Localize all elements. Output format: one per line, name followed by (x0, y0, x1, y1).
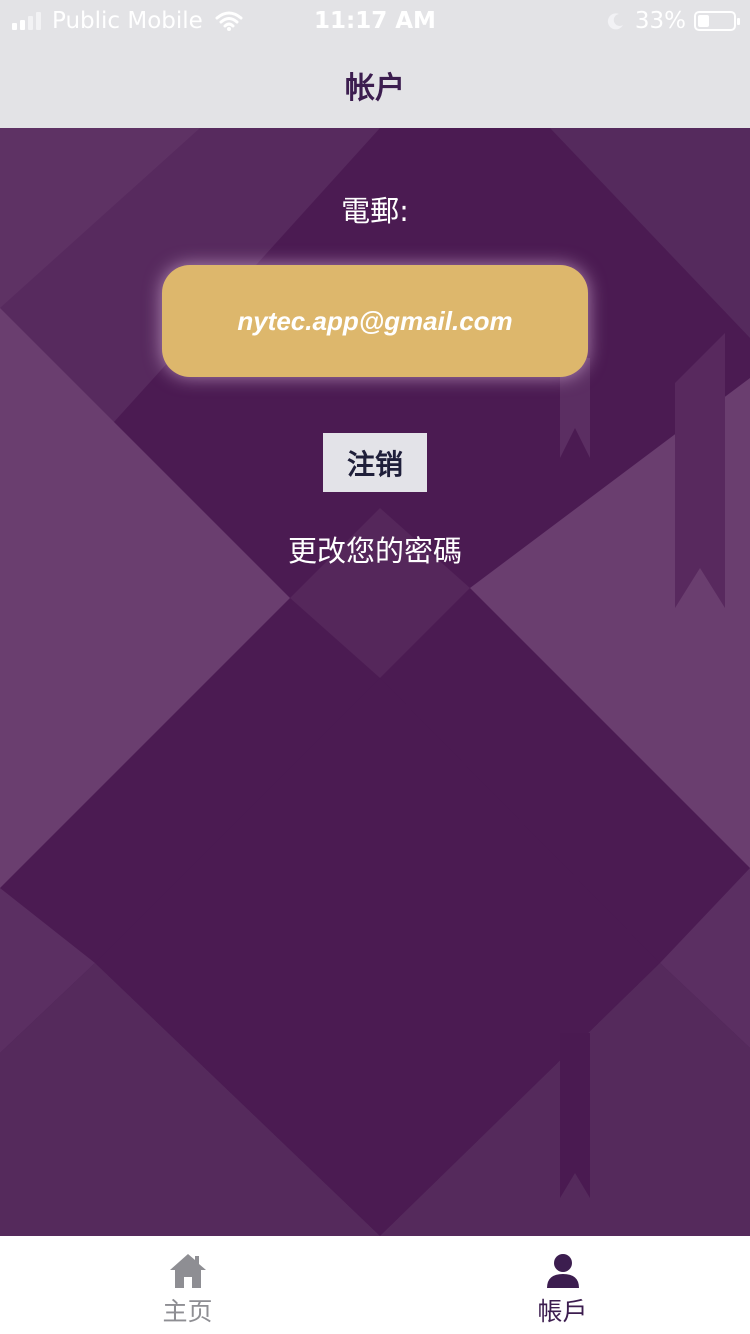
tab-bar: 主页 帳戶 (0, 1236, 750, 1334)
user-icon (546, 1254, 579, 1288)
battery-icon (694, 11, 740, 31)
status-right-group: 33% (607, 8, 740, 34)
battery-percentage: 33% (634, 8, 686, 34)
change-password-link[interactable]: 更改您的密碼 (0, 528, 750, 570)
navigation-header: 帐户 (0, 42, 750, 128)
email-display: nytec.app@gmail.com (162, 265, 588, 377)
page-title: 帐户 (345, 71, 405, 106)
email-value: nytec.app@gmail.com (237, 305, 513, 336)
logout-button[interactable]: 注销 (323, 433, 427, 492)
moon-icon (607, 13, 623, 30)
tab-home[interactable]: 主页 (0, 1236, 375, 1334)
tab-account-label: 帳戶 (537, 1297, 588, 1326)
email-label: 電郵: (341, 194, 409, 228)
account-screen: 電郵: nytec.app@gmail.com 注销 更改您的密碼 (0, 128, 750, 1236)
tab-account[interactable]: 帳戶 (375, 1236, 750, 1334)
status-bar: Public Mobile 11:17 AM 33% (0, 0, 750, 42)
tab-home-label: 主页 (162, 1297, 213, 1326)
home-icon (169, 1254, 206, 1288)
